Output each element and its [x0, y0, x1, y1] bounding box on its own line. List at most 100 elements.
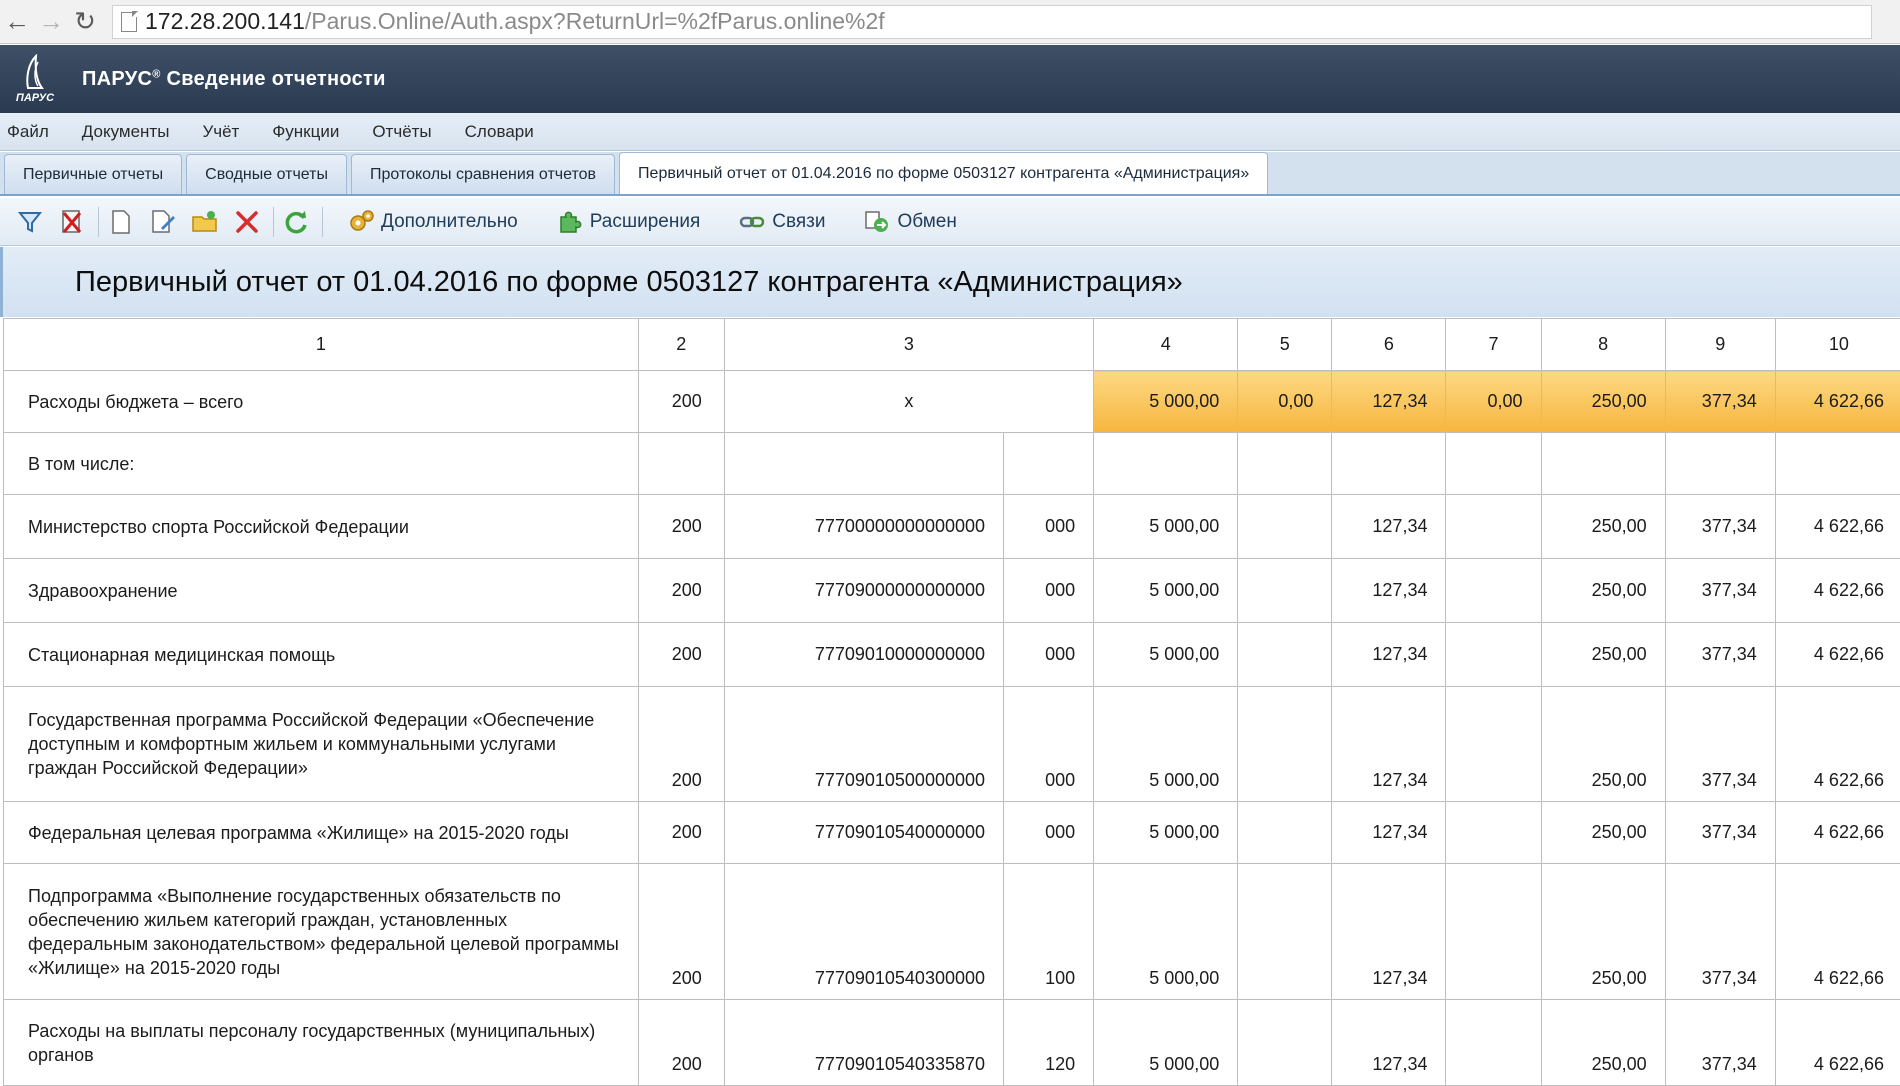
tab-comparison-protocols[interactable]: Протоколы сравнения отчетов — [351, 154, 615, 194]
cell-c8[interactable]: 250,00 — [1541, 687, 1665, 802]
cell-c5[interactable] — [1238, 495, 1332, 559]
clear-filter-icon[interactable] — [56, 206, 88, 238]
column-header[interactable]: 9 — [1665, 319, 1775, 371]
parus-logo[interactable]: ПАРУС — [0, 45, 70, 113]
cell-c7[interactable] — [1446, 864, 1541, 1000]
cell-c10[interactable]: 4 622,66 — [1775, 687, 1900, 802]
tab-current-report[interactable]: Первичный отчет от 01.04.2016 по форме 0… — [619, 152, 1268, 194]
cell-c6[interactable]: 127,34 — [1332, 687, 1446, 802]
table-row[interactable]: Федеральная целевая программа «Жилище» н… — [4, 802, 1900, 864]
cell-c8[interactable]: 250,00 — [1541, 1000, 1665, 1086]
cell-c4[interactable]: 5 000,00 — [1094, 495, 1238, 559]
cell-c10[interactable]: 4 622,66 — [1775, 864, 1900, 1000]
table-row[interactable]: Подпрограмма «Выполнение государственных… — [4, 864, 1900, 1000]
cell-c4[interactable]: 5 000,00 — [1094, 802, 1238, 864]
cell-c9[interactable]: 377,34 — [1665, 559, 1775, 623]
address-bar[interactable]: 172.28.200.141/Parus.Online/Auth.aspx?Re… — [112, 5, 1872, 39]
cell-c4[interactable]: 5 000,00 — [1094, 559, 1238, 623]
cell-c8[interactable]: 250,00 — [1541, 559, 1665, 623]
cell-c5[interactable] — [1238, 623, 1332, 687]
column-header[interactable]: 1 — [4, 319, 639, 371]
new-document-icon[interactable] — [105, 206, 137, 238]
menu-file[interactable]: Файл — [7, 122, 49, 142]
cell-c10[interactable]: 4 622,66 — [1775, 495, 1900, 559]
forward-arrow-icon[interactable]: → — [34, 0, 68, 44]
cell-c10[interactable]: 4 622,66 — [1775, 802, 1900, 864]
cell-c9[interactable]: 377,34 — [1665, 864, 1775, 1000]
cell-c8[interactable]: 250,00 — [1541, 864, 1665, 1000]
additional-button[interactable]: Дополнительно — [345, 206, 518, 238]
cell-c10[interactable]: 4 622,66 — [1775, 623, 1900, 687]
cell-c4[interactable]: 5 000,00 — [1094, 623, 1238, 687]
column-header[interactable]: 8 — [1541, 319, 1665, 371]
open-folder-icon[interactable] — [189, 206, 221, 238]
cell-c10[interactable]: 4 622,66 — [1775, 1000, 1900, 1086]
table-row[interactable]: Стационарная медицинская помощь 200 7770… — [4, 623, 1900, 687]
cell-c5[interactable] — [1238, 559, 1332, 623]
edit-document-icon[interactable] — [147, 206, 179, 238]
cell-c9[interactable]: 377,34 — [1665, 623, 1775, 687]
cell-c7[interactable] — [1446, 623, 1541, 687]
table-row[interactable]: Расходы на выплаты персоналу государстве… — [4, 1000, 1900, 1086]
menu-dictionaries[interactable]: Словари — [465, 122, 534, 142]
cell-c7[interactable] — [1446, 802, 1541, 864]
column-header[interactable]: 4 — [1094, 319, 1238, 371]
delete-icon[interactable] — [231, 206, 263, 238]
cell-c10[interactable]: 4 622,66 — [1775, 371, 1900, 433]
menu-functions[interactable]: Функции — [272, 122, 339, 142]
cell-c7[interactable] — [1446, 559, 1541, 623]
cell-c5[interactable] — [1238, 1000, 1332, 1086]
exchange-button[interactable]: Обмен — [861, 206, 956, 238]
cell-c4[interactable]: 5 000,00 — [1094, 1000, 1238, 1086]
menu-accounting[interactable]: Учёт — [202, 122, 239, 142]
table-row[interactable]: Здравоохранение 200 77709000000000000 00… — [4, 559, 1900, 623]
cell-c9[interactable]: 377,34 — [1665, 495, 1775, 559]
column-header[interactable]: 6 — [1332, 319, 1446, 371]
tab-primary-reports[interactable]: Первичные отчеты — [4, 154, 182, 194]
cell-c4[interactable]: 5 000,00 — [1094, 687, 1238, 802]
cell-c8[interactable]: 250,00 — [1541, 495, 1665, 559]
table-row[interactable]: Государственная программа Российской Фед… — [4, 687, 1900, 802]
filter-icon[interactable] — [14, 206, 46, 238]
cell-c7[interactable] — [1446, 687, 1541, 802]
extensions-button[interactable]: Расширения — [554, 206, 701, 238]
column-header[interactable]: 10 — [1775, 319, 1900, 371]
cell-c6[interactable]: 127,34 — [1332, 802, 1446, 864]
column-header[interactable]: 2 — [638, 319, 724, 371]
cell-c7[interactable]: 0,00 — [1446, 371, 1541, 433]
cell-c7[interactable] — [1446, 495, 1541, 559]
cell-c8[interactable]: 250,00 — [1541, 623, 1665, 687]
cell-c5[interactable]: 0,00 — [1238, 371, 1332, 433]
cell-c9[interactable]: 377,34 — [1665, 687, 1775, 802]
cell-c9[interactable]: 377,34 — [1665, 1000, 1775, 1086]
menu-documents[interactable]: Документы — [82, 122, 170, 142]
cell-c6[interactable]: 127,34 — [1332, 495, 1446, 559]
links-button[interactable]: Связи — [736, 206, 825, 238]
tab-summary-reports[interactable]: Сводные отчеты — [186, 154, 347, 194]
cell-c6[interactable]: 127,34 — [1332, 623, 1446, 687]
menu-reports[interactable]: Отчёты — [372, 122, 431, 142]
cell-c8[interactable]: 250,00 — [1541, 802, 1665, 864]
refresh-icon[interactable] — [280, 206, 312, 238]
cell-c9[interactable]: 377,34 — [1665, 371, 1775, 433]
table-row[interactable]: Министерство спорта Российской Федерации… — [4, 495, 1900, 559]
cell-c9[interactable]: 377,34 — [1665, 802, 1775, 864]
cell-c5[interactable] — [1238, 864, 1332, 1000]
cell-c7[interactable] — [1446, 1000, 1541, 1086]
cell-c4[interactable]: 5 000,00 — [1094, 864, 1238, 1000]
reload-icon[interactable]: ↻ — [68, 0, 102, 44]
cell-c6[interactable]: 127,34 — [1332, 1000, 1446, 1086]
back-arrow-icon[interactable]: ← — [0, 0, 34, 44]
total-row[interactable]: Расходы бюджета – всего 200 x 5 000,00 0… — [4, 371, 1900, 433]
cell-c5[interactable] — [1238, 802, 1332, 864]
column-header[interactable]: 7 — [1446, 319, 1541, 371]
cell-c8[interactable]: 250,00 — [1541, 371, 1665, 433]
cell-c10[interactable]: 4 622,66 — [1775, 559, 1900, 623]
column-header[interactable]: 5 — [1238, 319, 1332, 371]
column-header[interactable]: 3 — [724, 319, 1093, 371]
cell-c5[interactable] — [1238, 687, 1332, 802]
cell-c6[interactable]: 127,34 — [1332, 864, 1446, 1000]
cell-c4[interactable]: 5 000,00 — [1094, 371, 1238, 433]
cell-c6[interactable]: 127,34 — [1332, 559, 1446, 623]
cell-c6[interactable]: 127,34 — [1332, 371, 1446, 433]
